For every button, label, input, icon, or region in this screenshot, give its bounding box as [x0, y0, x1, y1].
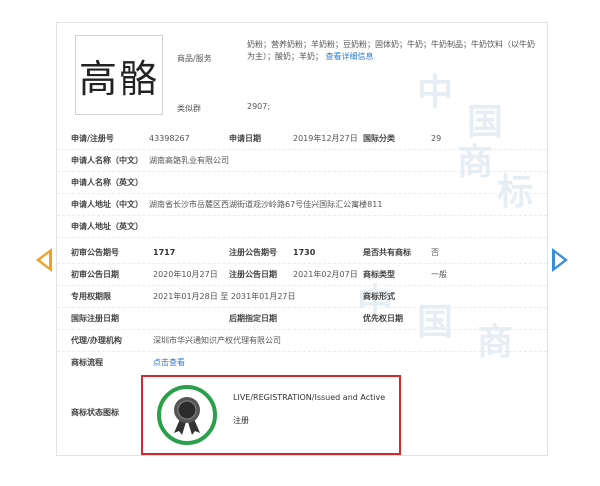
table-row: 申请人名称（英文） [57, 173, 547, 194]
goods-services-text: 奶粉；营养奶粉；羊奶粉；豆奶粉；固体奶；牛奶；牛奶制品；牛奶饮料（以牛奶为主）；… [247, 39, 542, 63]
app-date-value: 2019年12月27日 [293, 134, 358, 143]
applicant-cn-value: 湖南高骼乳业有限公司 [149, 156, 229, 165]
table-row: 申请人地址（中文） 湖南省长沙市岳麓区西湖街道观沙岭路67号佳兴国际汇公寓楼81… [57, 195, 547, 216]
goods-more-link[interactable]: 查看详细信息 [326, 52, 374, 61]
reg-pub-no-value: 1730 [293, 248, 316, 257]
process-label: 商标流程 [71, 358, 103, 367]
applicant-en-label: 申请人名称（英文） [71, 178, 143, 187]
shared-value: 否 [431, 248, 439, 257]
prelim-date-label: 初审公告日期 [71, 270, 119, 279]
table-row: 代理/办理机构 深圳市华兴通知识产权代理有限公司 [57, 331, 547, 352]
prelim-no-value: 1717 [153, 248, 176, 257]
intl-class-label: 国际分类 [363, 134, 395, 143]
table-row: 专用权期限 2021年01月28日 至 2031年01月27日 商标形式 [57, 287, 547, 308]
trademark-logo-image: 高骼 [75, 35, 163, 115]
table-row: 申请/注册号 43398267 申请日期 2019年12月27日 国际分类 29 [57, 129, 547, 150]
table-row: 初审公告日期 2020年10月27日 注册公告日期 2021年02月07日 商标… [57, 265, 547, 286]
status-highlight-box: LIVE/REGISTRATION/Issued and Active 注册 [141, 375, 401, 455]
address-cn-label: 申请人地址（中文） [71, 200, 143, 209]
intl-reg-date-label: 国际注册日期 [71, 314, 119, 323]
intl-class-value: 29 [431, 134, 442, 143]
applicant-cn-label: 申请人名称（中文） [71, 156, 143, 165]
trademark-logo-text: 高骼 [78, 56, 159, 101]
shared-label: 是否共有商标 [363, 248, 411, 257]
later-date-label: 后期指定日期 [229, 314, 277, 323]
status-text-en: LIVE/REGISTRATION/Issued and Active [233, 393, 386, 402]
address-cn-value: 湖南省长沙市岳麓区西湖街道观沙岭路67号佳兴国际汇公寓楼811 [149, 200, 383, 209]
class-group-label: 类似群 [177, 104, 201, 113]
agent-value: 深圳市华兴通知识产权代理有限公司 [153, 336, 281, 345]
tm-form-label: 商标形式 [363, 292, 395, 301]
goods-label: 商品/服务 [177, 54, 212, 63]
prelim-no-label: 初审公告期号 [71, 248, 119, 257]
prev-arrow-icon[interactable] [36, 248, 52, 272]
reg-pub-no-label: 注册公告期号 [229, 248, 277, 257]
reg-pub-date-value: 2021年02月07日 [293, 270, 358, 279]
next-arrow-icon[interactable] [552, 248, 568, 272]
app-date-label: 申请日期 [229, 134, 261, 143]
priority-date-label: 优先权日期 [363, 314, 403, 323]
table-row: 商标流程 点击查看 [57, 353, 547, 373]
prelim-date-value: 2020年10月27日 [153, 270, 218, 279]
app-no-value: 43398267 [149, 134, 190, 143]
class-group-value: 2907; [247, 102, 271, 111]
address-en-label: 申请人地址（英文） [71, 222, 143, 231]
status-icon-label: 商标状态图标 [71, 408, 119, 417]
award-badge-icon [174, 397, 200, 435]
trademark-detail-card: 中 国 商 标 中 国 商 高骼 商品/服务 奶粉；营养奶粉；羊奶粉；豆奶粉；固… [56, 22, 548, 456]
table-row: 申请人名称（中文） 湖南高骼乳业有限公司 [57, 151, 547, 172]
goods-list: 奶粉；营养奶粉；羊奶粉；豆奶粉；固体奶；牛奶；牛奶制品；牛奶饮料（以牛奶为主）；… [247, 40, 535, 61]
table-row: 申请人地址（英文） [57, 217, 547, 238]
exclusive-label: 专用权期限 [71, 292, 111, 301]
agent-label: 代理/办理机构 [71, 336, 122, 345]
tm-type-label: 商标类型 [363, 270, 395, 279]
table-row: 初审公告期号 1717 注册公告期号 1730 是否共有商标 否 [57, 243, 547, 264]
exclusive-value: 2021年01月28日 至 2031年01月27日 [153, 292, 296, 301]
reg-pub-date-label: 注册公告日期 [229, 270, 277, 279]
status-ring [157, 385, 217, 445]
status-text-cn: 注册 [233, 416, 249, 425]
tm-type-value: 一般 [431, 270, 447, 279]
table-row: 国际注册日期 后期指定日期 优先权日期 [57, 309, 547, 330]
process-view-link[interactable]: 点击查看 [153, 353, 185, 373]
app-no-label: 申请/注册号 [71, 134, 114, 143]
